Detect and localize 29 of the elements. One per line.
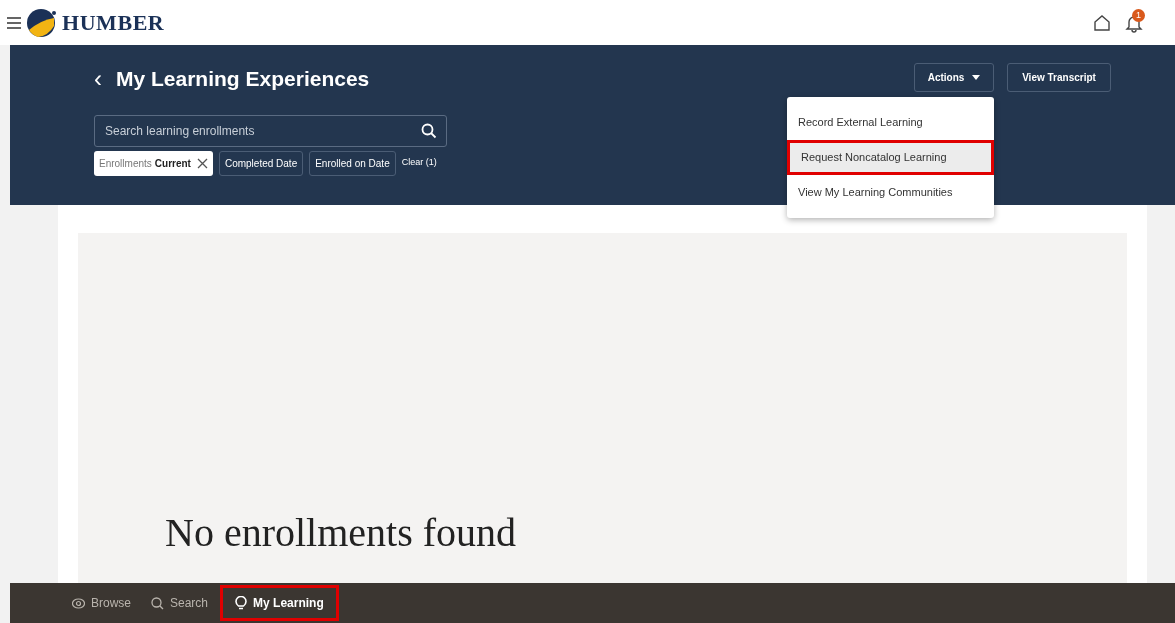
back-button[interactable]: ‹ [94,66,102,91]
transcript-button[interactable]: View Transcript [1007,63,1111,92]
logo-text: HUMBER [62,9,165,37]
filter-button[interactable]: Enrolled on Date [309,150,396,176]
filter-value: Current [154,156,191,171]
nav-tab[interactable]: Browse [64,585,139,621]
filter-chip[interactable]: Enrollments Current [94,150,213,176]
nav-tab[interactable]: Search [143,585,217,621]
home-icon[interactable] [1093,13,1111,32]
menu-item[interactable]: Request Noncatalog Learning [787,140,994,175]
page-title: My Learning Experiences [116,66,370,92]
eye-icon [72,597,85,609]
close-icon[interactable] [196,157,208,169]
actions-button[interactable]: Actions [914,63,994,92]
menu-item[interactable]: View My Learning Communities [787,175,994,210]
empty-message: No enrollments found [165,509,517,557]
filter-label: Enrollments [99,156,152,171]
menu-icon[interactable] [6,15,22,30]
search-field[interactable]: Search learning enrollments [94,114,447,147]
notification-badge: 1 [1132,8,1145,22]
menu-item[interactable]: Record External Learning [787,105,994,140]
lightbulb-icon [235,596,248,610]
search-icon[interactable] [421,122,437,139]
logo-icon [26,7,56,38]
filter-button[interactable]: Completed Date [218,150,304,176]
search-icon [151,596,164,610]
clear-link[interactable]: Clear (1) [401,156,437,170]
nav-tab[interactable]: My Learning [220,585,339,621]
caret-icon [972,75,981,80]
